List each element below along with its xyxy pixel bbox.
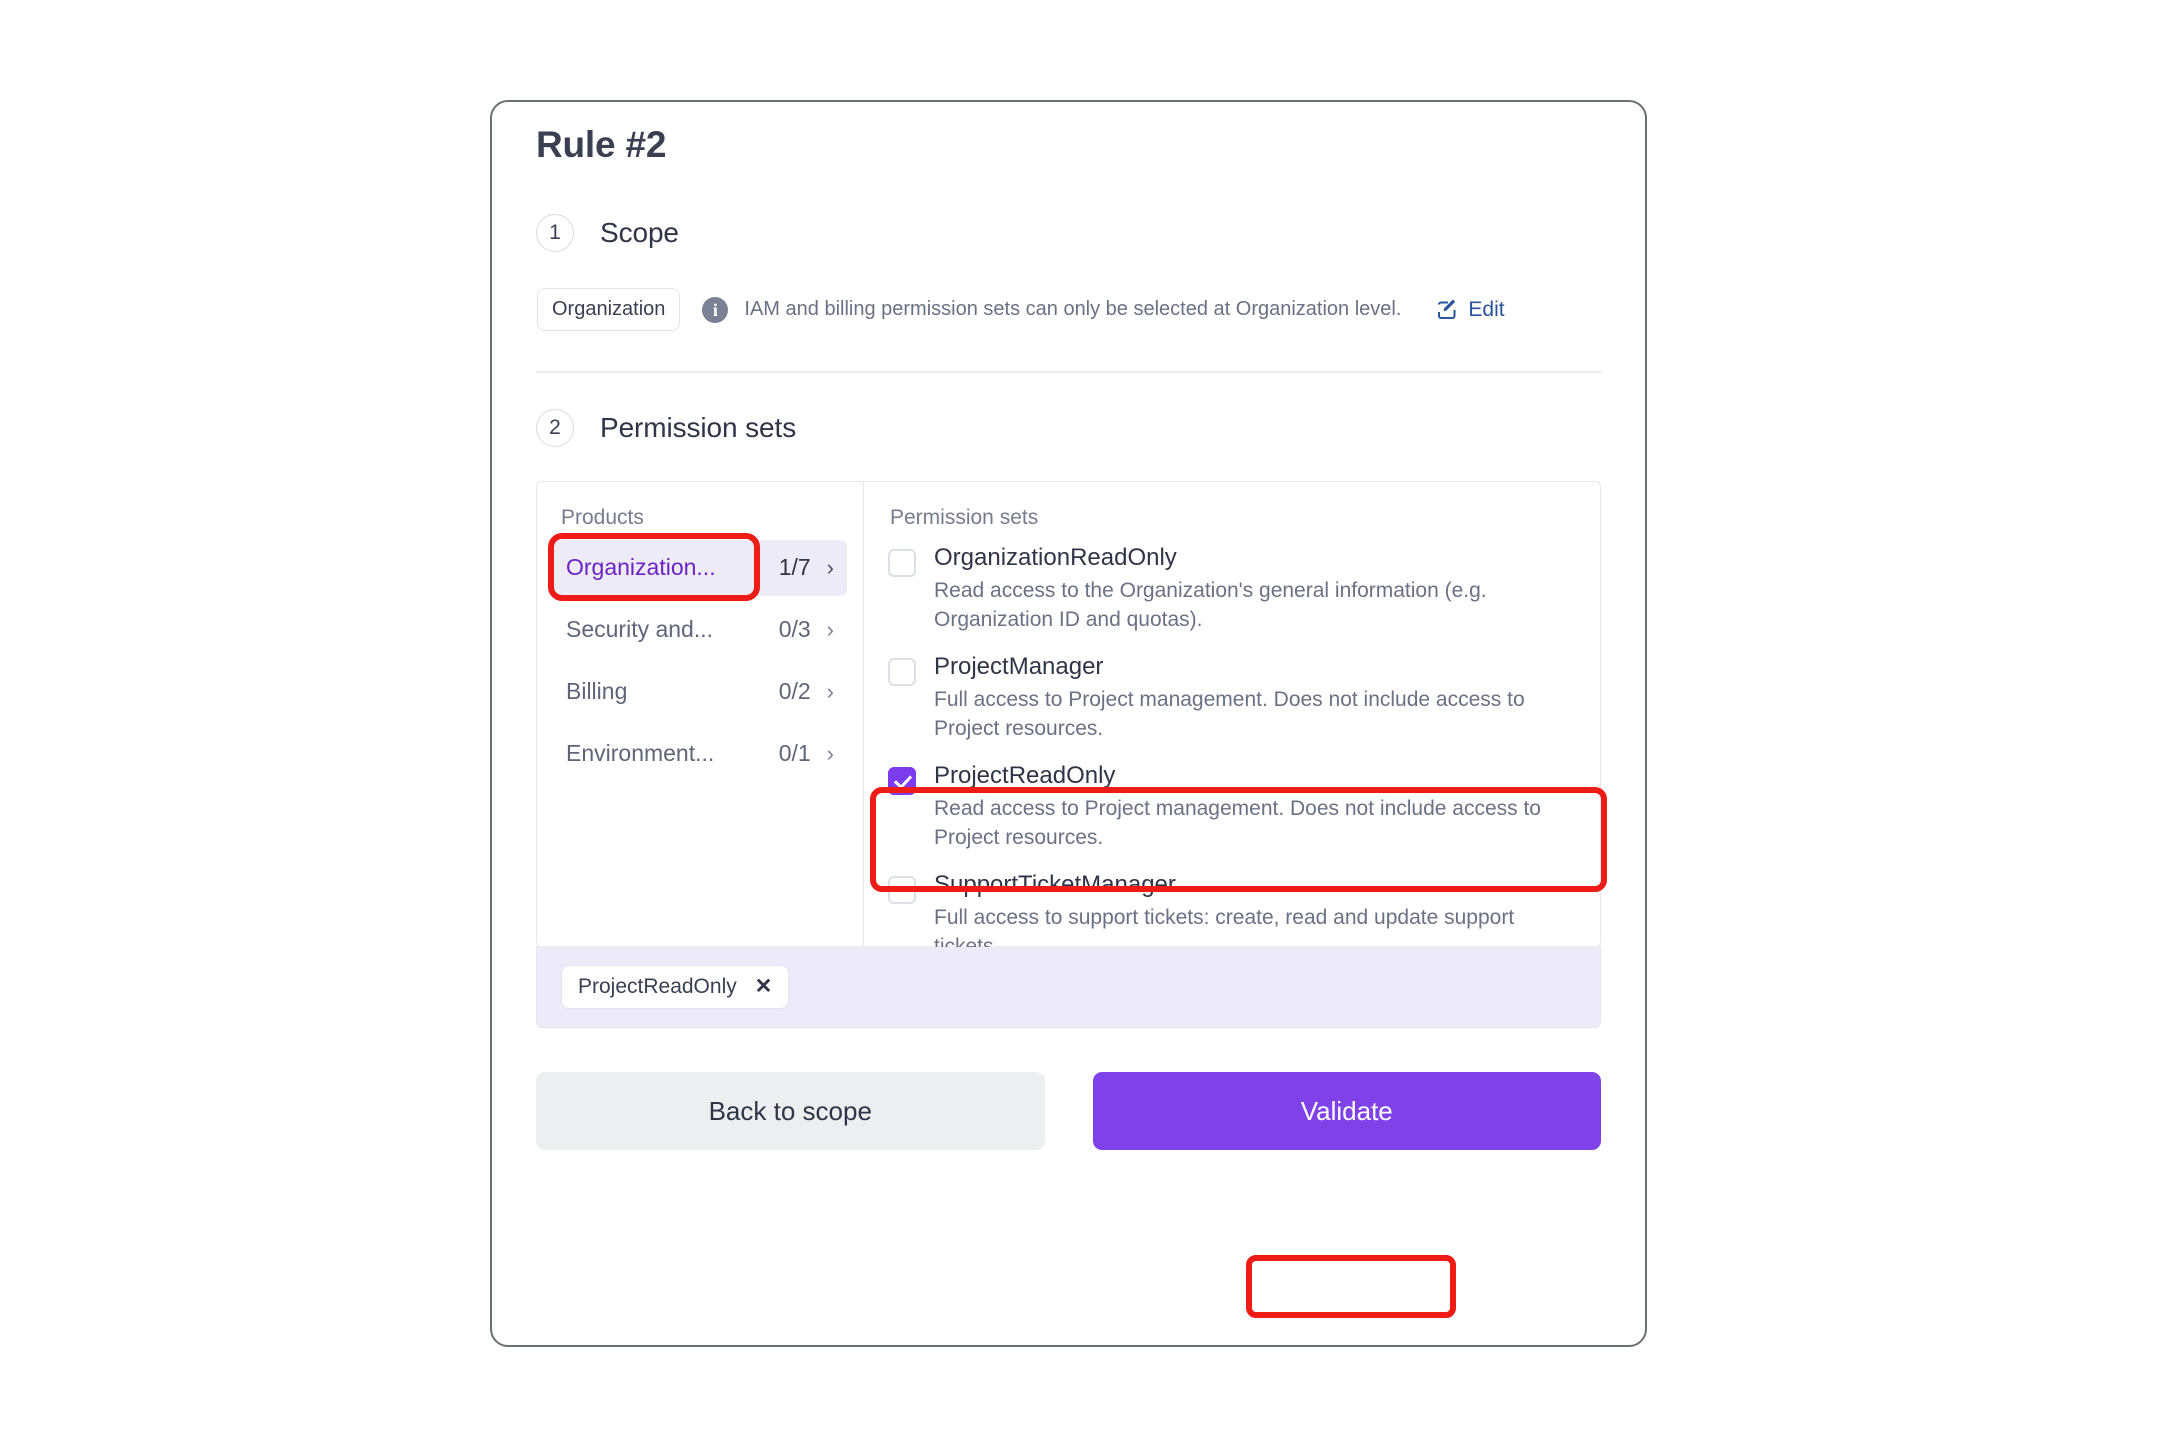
permission-set-description: Read access to Project management. Does …	[934, 797, 1541, 849]
checkbox-organizationreadonly[interactable]	[888, 549, 916, 578]
step-number-badge-2: 2	[536, 408, 574, 447]
validate-button[interactable]: Validate	[1092, 1072, 1601, 1150]
permission-sets-list[interactable]: tickets. Does not include access to reso…	[882, 544, 1600, 947]
checkbox-projectreadonly[interactable]	[888, 767, 916, 796]
permission-set-name: ProjectReadOnly	[934, 762, 1116, 790]
product-count: 1/7	[778, 554, 811, 580]
permission-set-row-projectmanager[interactable]: ProjectManager Full access to Project ma…	[882, 643, 1600, 752]
chevron-right-icon: ›	[826, 554, 834, 580]
product-item-organization[interactable]: Organization... 1/7 ›	[553, 539, 847, 596]
permission-set-name: OrganizationReadOnly	[934, 544, 1177, 572]
checkbox-projectmanager[interactable]	[888, 658, 916, 687]
card-footer: Back to scope Validate	[536, 1072, 1601, 1150]
step-header-permission-sets: 2 Permission sets	[536, 408, 1601, 447]
product-item-billing[interactable]: Billing 0/2 ›	[553, 664, 847, 720]
product-label: Billing	[566, 678, 628, 704]
close-icon[interactable]: ✕	[755, 976, 773, 997]
permission-set-description: Full access to Project management. Does …	[934, 688, 1525, 740]
page-title: Rule #2	[536, 124, 667, 165]
permission-set-row-projectreadonly[interactable]: ProjectReadOnly Read access to Project m…	[882, 752, 1600, 861]
permission-set-description: Read access to the Organization's genera…	[934, 579, 1487, 631]
selected-chip-label: ProjectReadOnly	[578, 974, 737, 998]
scope-note: IAM and billing permission sets can only…	[744, 298, 1402, 320]
chevron-right-icon: ›	[826, 740, 834, 766]
product-label: Organization...	[566, 554, 716, 580]
scope-summary-row: Organization i IAM and billing permissio…	[537, 288, 1601, 331]
step-number-badge-1: 1	[536, 214, 574, 252]
section-divider	[536, 371, 1601, 373]
permission-selector: Products Organization... 1/7 › Security …	[536, 480, 1601, 948]
scope-badge: Organization	[537, 288, 681, 331]
product-label: Environment...	[566, 740, 715, 766]
selected-chip-projectreadonly[interactable]: ProjectReadOnly ✕	[561, 964, 790, 1009]
edit-pencil-icon	[1435, 298, 1459, 322]
permission-set-description: Full access to support tickets: create, …	[934, 906, 1515, 947]
screen-root: Rule #2 1 Scope Organization i IAM and b…	[0, 0, 2168, 1450]
product-count: 0/1	[778, 740, 811, 766]
products-pane: Products Organization... 1/7 › Security …	[537, 481, 864, 947]
product-item-security[interactable]: Security and... 0/3 ›	[553, 602, 847, 658]
checkbox-supportticketmanager[interactable]	[888, 876, 916, 905]
product-label: Security and...	[566, 616, 714, 642]
products-pane-title: Products	[561, 505, 644, 529]
edit-scope-label: Edit	[1468, 297, 1505, 321]
step-header-scope: 1 Scope	[536, 214, 1601, 252]
step-label-scope: Scope	[600, 217, 679, 248]
rule-card: Rule #2 1 Scope Organization i IAM and b…	[490, 100, 1647, 1347]
permission-set-row-supportticketmanager[interactable]: SupportTicketManager Full access to supp…	[882, 861, 1600, 947]
edit-scope-link[interactable]: Edit	[1435, 297, 1505, 322]
product-count: 0/3	[778, 616, 811, 642]
back-to-scope-button[interactable]: Back to scope	[536, 1072, 1045, 1150]
chevron-right-icon: ›	[826, 678, 834, 704]
chevron-right-icon: ›	[826, 616, 834, 642]
permission-set-name: ProjectManager	[934, 653, 1104, 681]
info-icon: i	[702, 296, 729, 323]
product-count: 0/2	[778, 678, 811, 704]
permission-set-name: SupportTicketManager	[934, 871, 1176, 899]
permission-sets-pane-title: Permission sets	[890, 505, 1039, 529]
product-item-environment[interactable]: Environment... 0/1 ›	[553, 726, 847, 782]
step-label-permission-sets: Permission sets	[600, 411, 797, 443]
permission-sets-pane: Permission sets tickets. Does not includ…	[864, 482, 1600, 947]
selected-permission-chips: ProjectReadOnly ✕	[536, 946, 1601, 1028]
permission-set-row-organizationreadonly[interactable]: OrganizationReadOnly Read access to the …	[882, 544, 1600, 644]
